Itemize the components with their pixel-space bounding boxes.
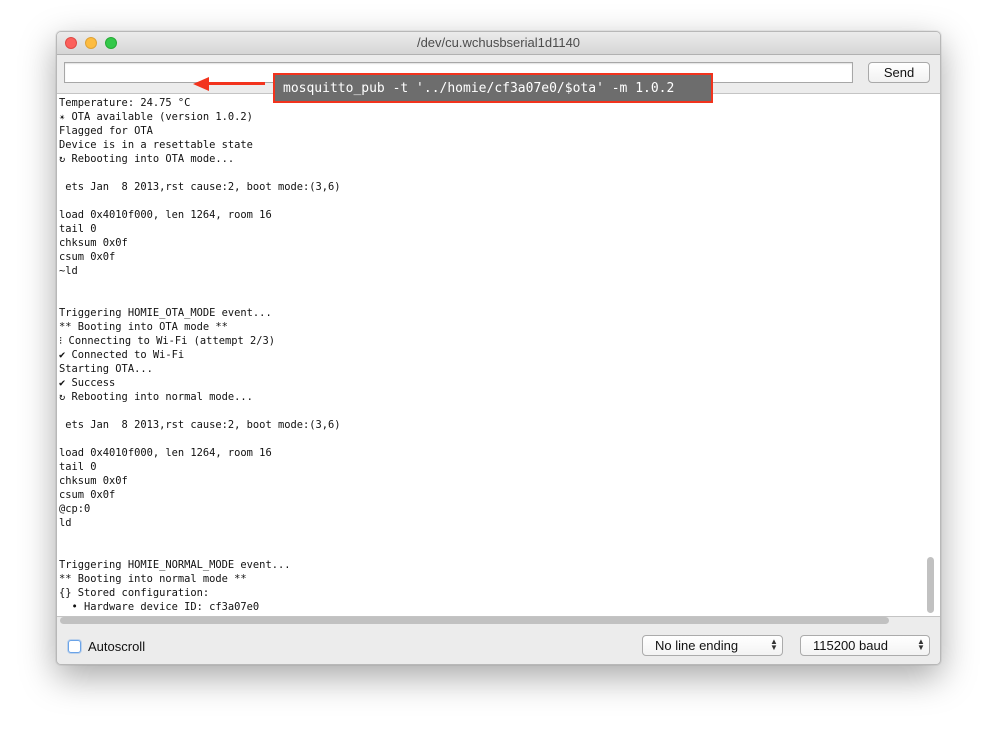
console-line: ld: [59, 517, 72, 529]
console-line: chksum 0x0f: [59, 237, 128, 249]
title-bar[interactable]: /dev/cu.wchusbserial1d1140: [57, 32, 940, 55]
console-line: Device is in a resettable state: [59, 139, 253, 151]
horizontal-scrollbar-thumb[interactable]: [60, 617, 889, 624]
console-line: ~ld: [59, 265, 78, 277]
console-line: ** Booting into OTA mode **: [59, 321, 228, 333]
bottom-toolbar: Autoscroll No line ending ▲ ▼ 115200 baud…: [57, 628, 940, 664]
console-line: ** Booting into normal mode **: [59, 573, 247, 585]
vertical-scrollbar-thumb[interactable]: [927, 557, 934, 613]
console-line: ets Jan 8 2013,rst cause:2, boot mode:(3…: [59, 419, 341, 431]
serial-output-console[interactable]: Temperature: 24.75 °C ✴ OTA available (ve…: [57, 93, 940, 617]
serial-monitor-window: /dev/cu.wchusbserial1d1140 Send Temperat…: [56, 31, 941, 665]
console-lines: Temperature: 24.75 °C ✴ OTA available (ve…: [59, 96, 919, 614]
console-line: Flagged for OTA: [59, 125, 153, 137]
console-line: csum 0x0f: [59, 251, 116, 263]
console-line: tail 0: [59, 223, 97, 235]
console-line: load 0x4010f000, len 1264, room 16: [59, 209, 272, 221]
console-line: • Hardware device ID: cf3a07e0: [59, 601, 260, 613]
console-line: Triggering HOMIE_NORMAL_MODE event...: [59, 559, 291, 571]
console-line: chksum 0x0f: [59, 475, 128, 487]
autoscroll-checkbox[interactable]: [68, 640, 81, 653]
window-title: /dev/cu.wchusbserial1d1140: [416, 35, 581, 50]
console-line: load 0x4010f000, len 1264, room 16: [59, 447, 272, 459]
console-line: ↻ Rebooting into normal mode...: [59, 391, 253, 403]
select-arrows-icon: ▲ ▼: [770, 637, 778, 652]
console-line: ets Jan 8 2013,rst cause:2, boot mode:(3…: [59, 181, 341, 193]
console-line: ✔ Success: [59, 377, 116, 389]
console-line: Triggering HOMIE_OTA_MODE event...: [59, 307, 272, 319]
autoscroll-label[interactable]: Autoscroll: [88, 639, 145, 654]
baud-rate-value: 115200 baud: [813, 638, 888, 653]
console-line: ⁝ Connecting to Wi-Fi (attempt 2/3): [59, 335, 275, 347]
console-line: ↻ Rebooting into OTA mode...: [59, 153, 235, 165]
line-ending-select[interactable]: No line ending ▲ ▼: [642, 635, 783, 656]
annotation-arrow: [207, 82, 265, 85]
annotation-arrow-head: [193, 77, 209, 91]
console-line: Starting OTA...: [59, 363, 153, 375]
line-ending-value: No line ending: [655, 638, 739, 653]
send-button[interactable]: Send: [868, 62, 930, 83]
console-line: csum 0x0f: [59, 489, 116, 501]
console-line: ✴ OTA available (version 1.0.2): [59, 111, 253, 123]
console-line: {} Stored configuration:: [59, 587, 210, 599]
console-line: tail 0: [59, 461, 97, 473]
console-line: @cp:0: [59, 503, 91, 515]
baud-rate-select[interactable]: 115200 baud ▲ ▼: [800, 635, 930, 656]
annotation-command-text: mosquitto_pub -t '../homie/cf3a07e0/$ota…: [283, 81, 675, 96]
console-line: ✔ Connected to Wi-Fi: [59, 349, 185, 361]
select-arrows-icon: ▲ ▼: [917, 637, 925, 652]
